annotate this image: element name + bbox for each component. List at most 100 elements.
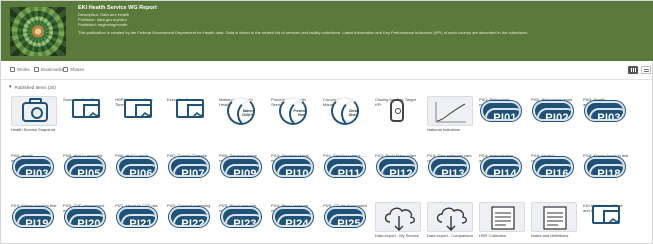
item-tile[interactable]: Executive Summary <box>167 96 213 118</box>
page-title: EKI Health Service WG Report <box>78 5 157 11</box>
item-tile[interactable]: PI03PI03: Health assessments - 0... <box>583 96 629 121</box>
list-view-button[interactable] <box>641 66 651 74</box>
tile-thumbnail[interactable] <box>479 202 525 232</box>
item-tile[interactable]: PI11 PI11: Smoking status - ... <box>323 152 369 177</box>
tile-label[interactable]: Notes and definitions <box>531 234 577 244</box>
item-tile[interactable]: PI10PI10: Smoking status result <box>271 152 317 177</box>
item-tile[interactable]: PI23PI23: Blood pressure recorded <box>219 202 265 227</box>
item-tile[interactable]: KDI Highlights of Care and Chart... <box>583 202 629 224</box>
tile-label[interactable]: Health Service Snapshot <box>11 128 57 138</box>
item-tile[interactable]: PI12 PI12: Body Mass Index <box>375 152 421 177</box>
tile-thumbnail[interactable]: PI11 <box>325 157 365 177</box>
shares-link[interactable]: Shares <box>63 67 84 72</box>
grid-view-button[interactable] <box>628 66 638 74</box>
item-tile[interactable]: Notes and definitions <box>531 202 577 244</box>
bookmarks-label: Bookmarks <box>41 67 64 72</box>
item-tile[interactable]: PI24PI24: Blood pressure result <box>271 202 317 227</box>
item-tile[interactable]: PI05 PI05: HbA1c recorded <box>63 152 109 177</box>
tile-thumbnail[interactable]: PI03 <box>585 101 625 121</box>
tile-thumbnail[interactable]: PI25 <box>325 207 365 227</box>
tile-thumbnail[interactable] <box>531 202 577 232</box>
tile-thumbnail[interactable] <box>592 205 620 224</box>
item-tile[interactable]: PI19 PI19: Kidney function test <box>11 202 57 227</box>
tile-label[interactable]: National Indicators <box>427 128 473 138</box>
item-tile[interactable]: PI09PI09: Smoking status recorded <box>219 152 265 177</box>
camera-icon <box>22 98 48 122</box>
pi-badge: PI11 <box>329 164 363 175</box>
tile-label[interactable]: Data export - My Service <box>375 234 421 244</box>
tile-thumbnail[interactable]: PI19 <box>13 207 53 227</box>
pi-badge: PI18 <box>589 164 623 175</box>
tile-label[interactable]: Data export - Comparison <box>427 234 473 244</box>
item-tile[interactable]: PI14PI14: Immunisation against influenza <box>479 152 525 177</box>
item-tile[interactable]: PI21 PI21: Absolute CVD risk <box>115 202 161 227</box>
item-tile[interactable]: Chronic DiseaseChronic Disease Managemen… <box>323 96 369 125</box>
tile-thumbnail[interactable] <box>427 96 473 126</box>
list-view-icon <box>643 68 649 72</box>
tile-thumbnail[interactable]: PI22 <box>169 207 209 227</box>
monitor-chart-icon <box>135 104 150 116</box>
item-tile[interactable]: Data export - Comparison <box>427 202 473 244</box>
tile-thumbnail[interactable]: PI21 <box>117 207 157 227</box>
item-tile[interactable]: HSR Collection <box>479 202 525 244</box>
item-tile[interactable]: PI06 PI06: HbA1c result <box>115 152 161 177</box>
item-tile[interactable]: Maternal & Child HealthMaternal and Chil… <box>219 96 265 125</box>
pi-badge: PI16 <box>537 164 571 175</box>
tile-thumbnail[interactable]: PI03 <box>13 157 53 177</box>
tile-thumbnail[interactable]: PI12 <box>377 157 417 177</box>
tile-thumbnail[interactable]: Maternal & Child Health <box>227 97 255 125</box>
item-tile[interactable]: National Indicators <box>427 96 473 138</box>
item-tile[interactable]: PI13PI13: First antenatal care visit <box>427 152 473 177</box>
item-tile[interactable]: PI22 PI22: Cervical screening <box>167 202 213 227</box>
tile-thumbnail[interactable]: PI09 <box>221 157 261 177</box>
pi-badge: PI20 <box>69 214 103 225</box>
tile-thumbnail[interactable] <box>124 99 152 118</box>
item-tile[interactable]: PI16PI16: Alcohol consumption <box>531 152 577 177</box>
tile-thumbnail[interactable]: Chronic Disease <box>331 97 359 125</box>
tile-thumbnail[interactable]: PI05 <box>65 157 105 177</box>
item-tile[interactable]: PI25 PI25: CS result recorded <box>323 202 369 227</box>
pi-badge: PI10 <box>277 164 311 175</box>
tile-thumbnail[interactable]: PI20 <box>65 207 105 227</box>
tile-thumbnail[interactable]: PI01 <box>481 101 521 121</box>
item-tile[interactable]: Preventative HealthPreventative Health S… <box>271 96 317 125</box>
item-tile[interactable]: Health Service Snapshot <box>11 96 57 138</box>
tile-thumbnail[interactable]: PI02 <box>533 101 573 121</box>
tile-thumbnail[interactable]: PI24 <box>273 207 313 227</box>
tile-thumbnail[interactable]: PI13 <box>429 157 469 177</box>
item-tile[interactable]: PI18 PI18: Kidney function test <box>583 152 629 177</box>
item-tile[interactable]: PI03PI03: Health assessments - 0... <box>11 152 57 177</box>
tile-thumbnail[interactable]: PI10 <box>273 157 313 177</box>
item-tile[interactable]: PI07 PI07: Chronic Disease <box>167 152 213 177</box>
item-tile[interactable]: Summary Over Time <box>63 96 109 118</box>
pi-badge: PI22 <box>173 214 207 225</box>
works-link[interactable]: Works <box>10 67 30 72</box>
item-tile[interactable]: HDPI Indicators Over Time <box>115 96 161 118</box>
header-text: EKI Health Service WG Report Description… <box>78 5 638 36</box>
tile-thumbnail[interactable]: PI16 <box>533 157 573 177</box>
tile-thumbnail[interactable] <box>375 202 421 232</box>
pi-badge: PI19 <box>17 214 51 225</box>
tile-thumbnail[interactable] <box>11 96 57 126</box>
tile-label[interactable]: HSR Collection <box>479 234 525 244</box>
item-tile[interactable]: PI20PI20: CVD assessment risk <box>63 202 109 227</box>
tile-thumbnail[interactable]: PI07 <box>169 157 209 177</box>
bookmarks-link[interactable]: Bookmarks <box>34 67 64 72</box>
grid-view-icon <box>630 68 636 72</box>
pi-badge: PI02 <box>537 108 571 119</box>
item-tile[interactable]: PI02 PI02: Birthweight result <box>531 96 577 121</box>
item-tile[interactable]: Data export - My Service <box>375 202 421 244</box>
page: EKI Health Service WG Report Description… <box>0 0 653 244</box>
item-tile[interactable]: PI01PI01: Birthweight recorded <box>479 96 525 121</box>
published-section-header[interactable]: ▾ Published Items (34) <box>9 84 56 90</box>
tile-thumbnail[interactable]: Preventative Health <box>279 97 307 125</box>
tile-thumbnail[interactable]: PI23 <box>221 207 261 227</box>
tile-thumbnail[interactable]: PI06 <box>117 157 157 177</box>
tile-thumbnail[interactable] <box>427 202 473 232</box>
tile-thumbnail[interactable] <box>72 99 100 118</box>
item-tile[interactable]: Closing the Gap Target KPI <box>375 96 421 122</box>
tile-thumbnail[interactable]: PI14 <box>481 157 521 177</box>
tile-thumbnail[interactable]: PI18 <box>585 157 625 177</box>
tile-thumbnail[interactable] <box>390 99 404 122</box>
tile-thumbnail[interactable] <box>176 99 204 118</box>
